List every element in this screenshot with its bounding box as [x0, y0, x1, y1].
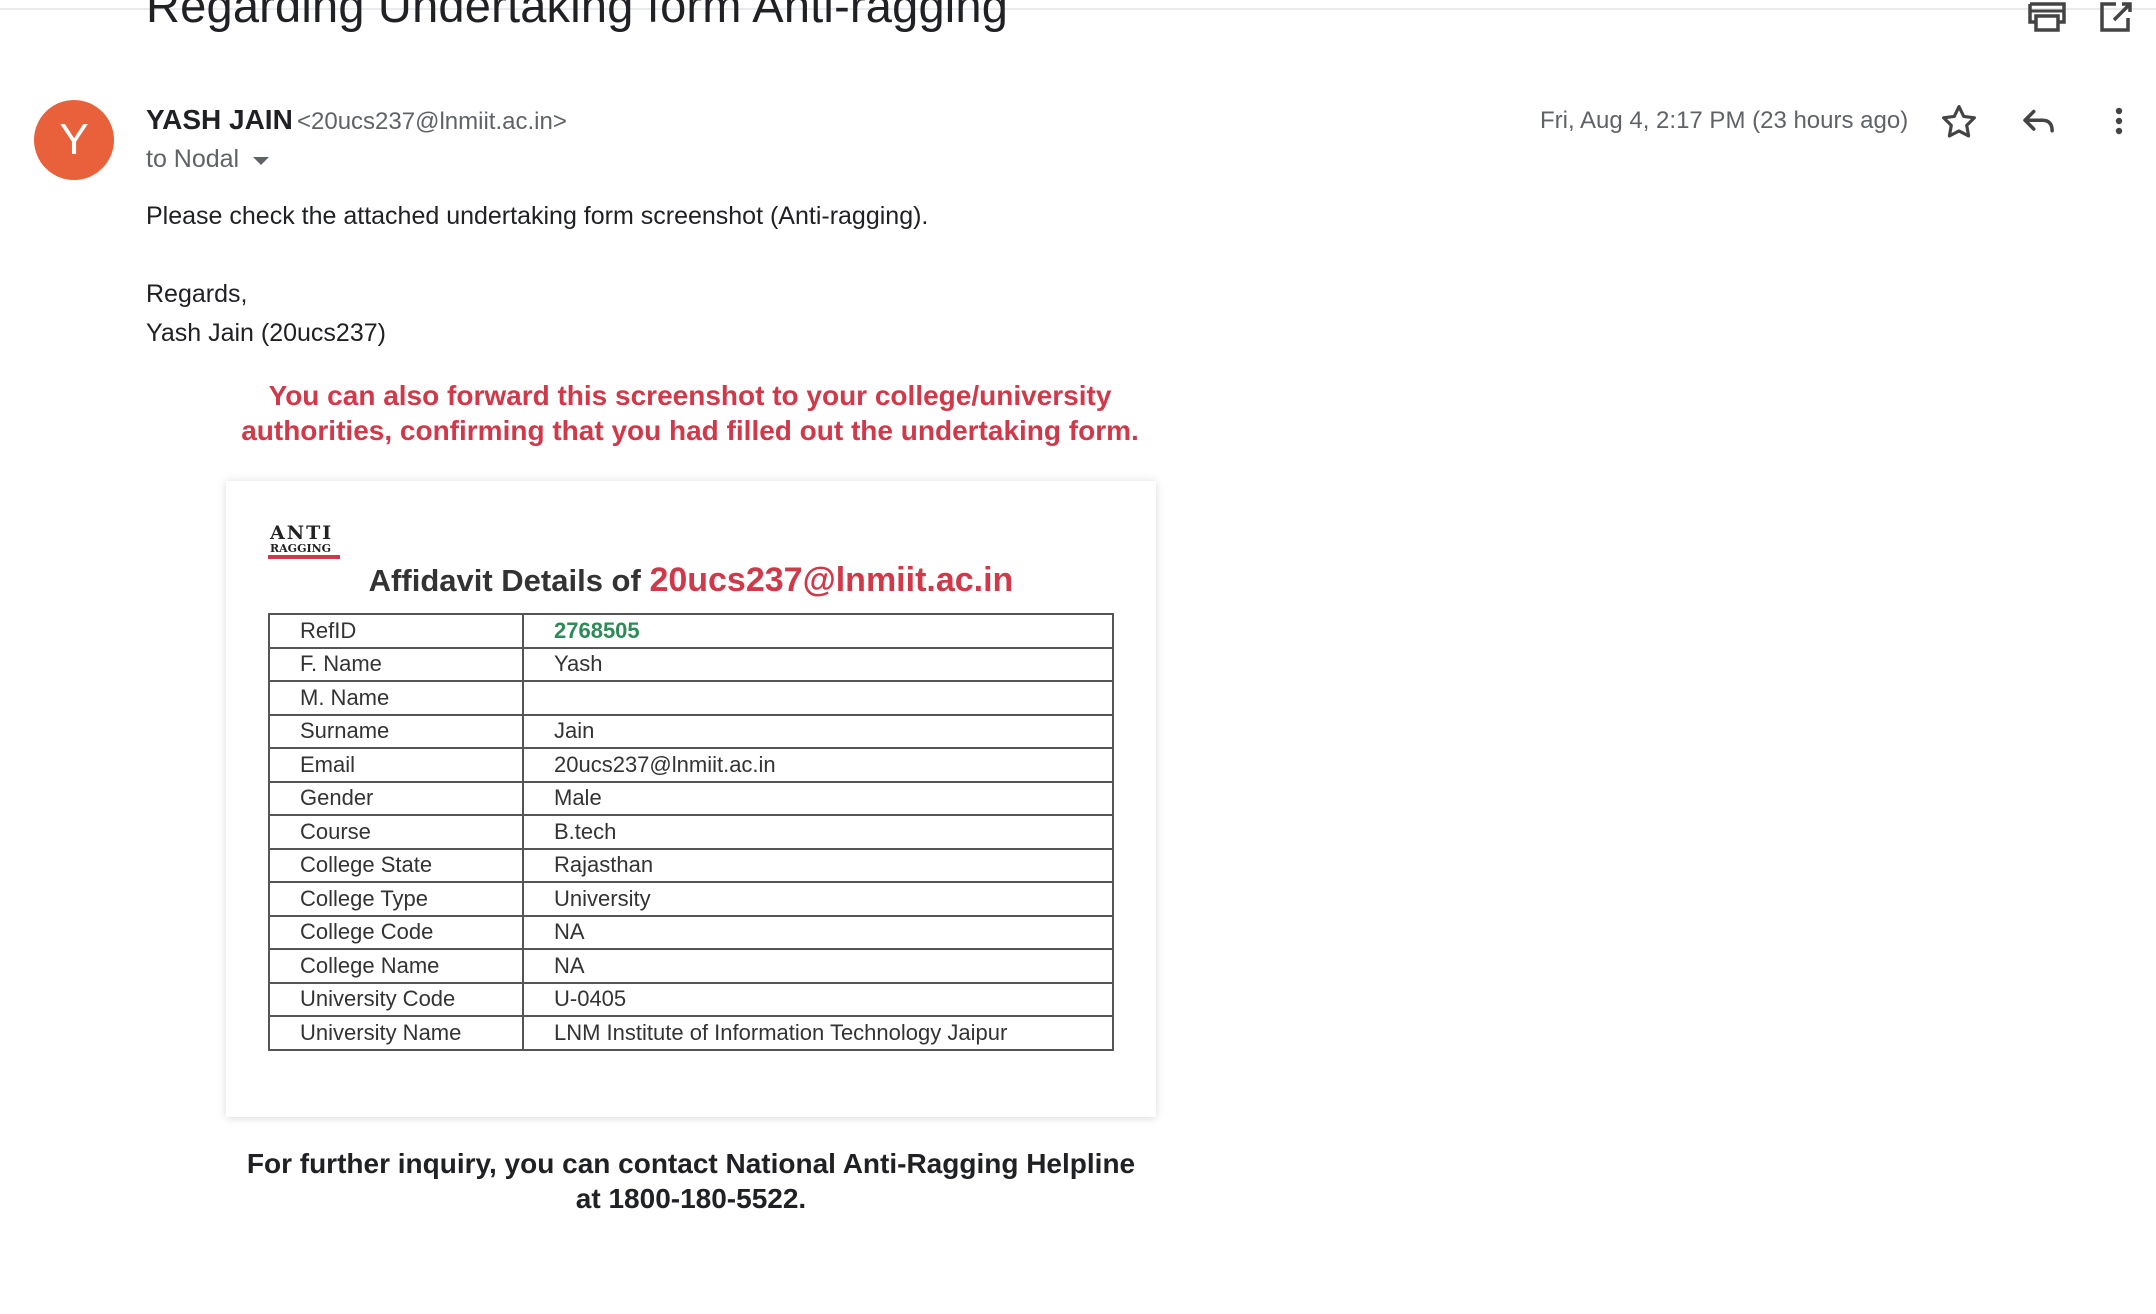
row-value: Yash — [522, 646, 1114, 682]
affidavit-details-table: RefID 2768505 F. Name Yash M. Name Surname… — [268, 613, 1114, 1051]
email-signature: Yash Jain (20ucs237) — [146, 319, 386, 347]
row-value — [522, 680, 1114, 716]
row-label: Surname — [268, 713, 524, 749]
row-label: F. Name — [268, 646, 524, 682]
affidavit-title-prefix: Affidavit Details of — [368, 563, 650, 598]
table-row: Surname Jain — [268, 713, 1114, 749]
chevron-down-icon — [253, 157, 270, 165]
table-row: Gender Male — [268, 780, 1114, 816]
more-vert-icon — [2115, 107, 2123, 135]
row-label: University Name — [268, 1015, 524, 1051]
sender-avatar: Y — [34, 100, 114, 180]
print-button[interactable] — [2024, 0, 2070, 34]
row-value: University — [522, 881, 1114, 917]
row-label: Email — [268, 747, 524, 783]
table-row: University Name LNM Institute of Informat… — [268, 1015, 1114, 1051]
notice-line: You can also forward this screenshot to … — [268, 380, 1112, 411]
svg-text:RAGGING: RAGGING — [270, 542, 331, 555]
affidavit-card: ANTI RAGGING Affidavit Details of 20ucs2… — [226, 481, 1156, 1117]
table-row: Email 20ucs237@lnmiit.ac.in — [268, 747, 1114, 783]
row-label: Course — [268, 814, 524, 850]
table-row: Course B.tech — [268, 814, 1114, 850]
table-row: F. Name Yash — [268, 646, 1114, 682]
row-value: B.tech — [522, 814, 1114, 850]
row-label: University Code — [268, 981, 524, 1017]
row-value: NA — [522, 914, 1114, 950]
sender-name: YASH JAIN — [146, 104, 293, 135]
row-value: U-0405 — [522, 981, 1114, 1017]
email-subject: Regarding Undertaking form Anti-ragging — [146, 0, 1009, 32]
recipient-label: to Nodal — [146, 145, 240, 173]
row-value: Jain — [522, 713, 1114, 749]
email-date: Fri, Aug 4, 2:17 PM (23 hours ago) — [1540, 107, 1909, 134]
row-value: LNM Institute of Information Technology … — [522, 1015, 1114, 1051]
helpline-note: For further inquiry, you can contact Nat… — [226, 1146, 1156, 1216]
row-value: 2768505 — [522, 613, 1114, 649]
row-label: College State — [268, 847, 524, 883]
email-body-line: Please check the attached undertaking fo… — [146, 202, 929, 230]
email-regards: Regards, — [146, 280, 248, 308]
row-value: Rajasthan — [522, 847, 1114, 883]
reply-icon — [2023, 109, 2054, 133]
table-row: College State Rajasthan — [268, 847, 1114, 883]
forward-notice: You can also forward this screenshot to … — [220, 378, 1160, 448]
row-label: College Code — [268, 914, 524, 950]
row-value: NA — [522, 948, 1114, 984]
row-value: 20ucs237@lnmiit.ac.in — [522, 747, 1114, 783]
affidavit-title-email: 20ucs237@lnmiit.ac.in — [649, 561, 1014, 599]
row-label: M. Name — [268, 680, 524, 716]
row-label: College Name — [268, 948, 524, 984]
open-in-new-window-button[interactable] — [2096, 0, 2136, 34]
table-row: University Code U-0405 — [268, 981, 1114, 1017]
row-label: Gender — [268, 780, 524, 816]
star-icon — [1942, 105, 1976, 138]
table-row: M. Name — [268, 680, 1114, 716]
sender-email: <20ucs237@lnmiit.ac.in> — [297, 108, 567, 135]
row-label: College Type — [268, 881, 524, 917]
notice-line: authorities, confirming that you had fil… — [241, 415, 1139, 446]
more-options-button[interactable] — [2104, 101, 2134, 143]
row-label: RefID — [268, 613, 524, 649]
reply-button[interactable] — [2018, 101, 2060, 143]
affidavit-title: Affidavit Details of 20ucs237@lnmiit.ac.… — [226, 561, 1156, 600]
table-row: RefID 2768505 — [268, 613, 1114, 649]
open-in-new-window-icon — [2100, 2, 2132, 32]
table-row: College Type University — [268, 881, 1114, 917]
recipient-details-toggle[interactable]: to Nodal — [146, 145, 270, 174]
svg-text:ANTI: ANTI — [269, 522, 333, 544]
helpline-line: at 1800-180-5522. — [575, 1183, 807, 1214]
table-row: College Name NA — [268, 948, 1114, 984]
table-row: College Code NA — [268, 914, 1114, 950]
star-button[interactable] — [1938, 101, 1980, 143]
print-icon — [2028, 2, 2066, 32]
anti-ragging-logo: ANTI RAGGING — [268, 521, 348, 565]
row-value: Male — [522, 780, 1114, 816]
helpline-line: For further inquiry, you can contact Nat… — [246, 1148, 1136, 1179]
